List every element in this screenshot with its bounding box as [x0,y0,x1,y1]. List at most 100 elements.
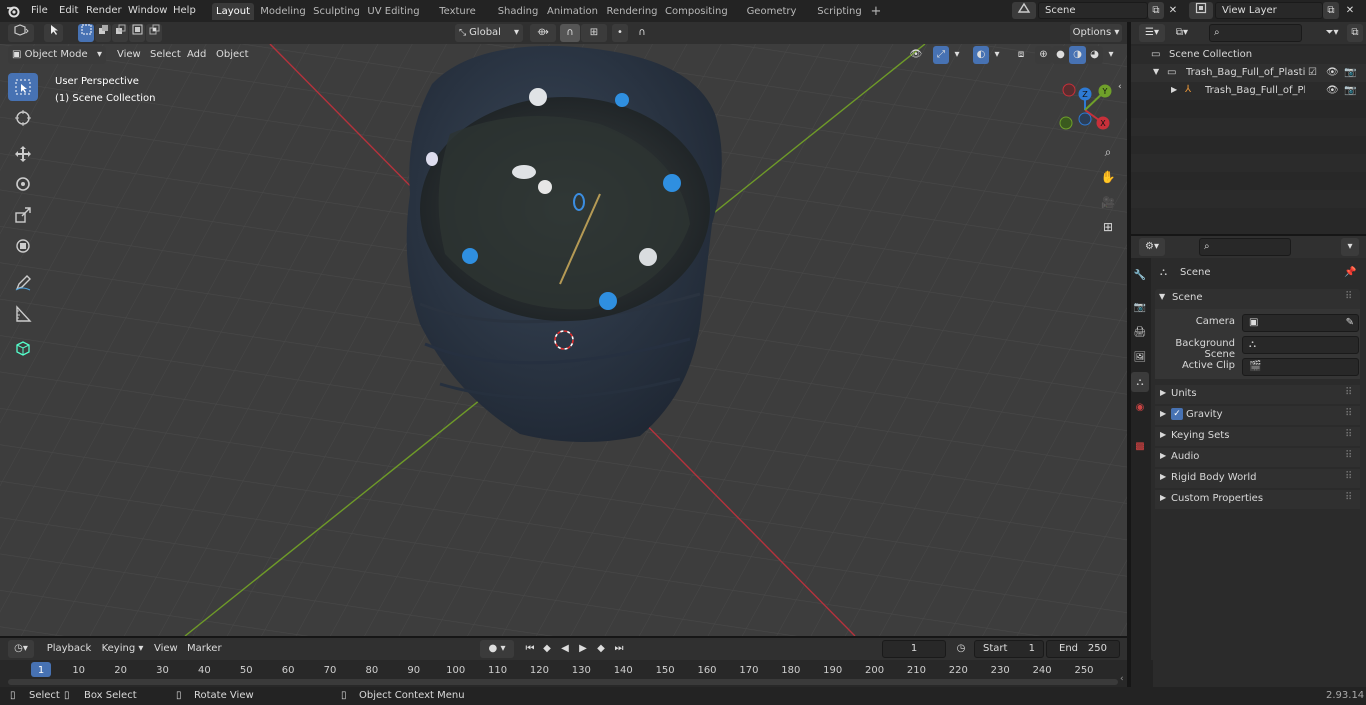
falloff-dropdown[interactable]: ∩ [629,24,655,42]
blender-logo-icon[interactable] [6,4,20,18]
next-keyframe-button[interactable]: ◆ [593,640,609,658]
object-mode-dropdown[interactable]: ▣ Object Mode ▾ [8,46,106,64]
editor-type-button[interactable] [8,24,34,42]
pivot-point-dropdown[interactable]: ⟴ [530,24,556,42]
zoom-button[interactable]: ⌕ [1098,142,1118,162]
tab-scene[interactable]: ⛬ [1131,372,1149,392]
overlays-dropdown[interactable]: ▾ [990,46,1004,64]
tab-scripting[interactable]: Scripting [816,3,863,20]
shading-material-button[interactable]: ◑ [1069,46,1086,64]
tool-measure[interactable] [8,300,38,328]
tab-render[interactable]: 📷 [1131,297,1149,317]
tab-world[interactable]: ◉ [1131,397,1149,417]
drag-handle-icon[interactable]: ⠿ [1345,471,1352,482]
tab-rendering[interactable]: Rendering [605,3,659,20]
select-new-mode-button[interactable] [78,24,94,42]
viewlayer-name-field[interactable]: View Layer [1215,2,1323,19]
gravity-checkbox[interactable]: ✓ [1171,408,1183,420]
jump-start-button[interactable]: ⏮ [522,640,538,658]
properties-search-input[interactable]: ⌕ [1199,238,1291,256]
auto-keying-toggle[interactable]: ● ▾ [480,640,514,658]
drag-handle-icon[interactable]: ⠿ [1345,450,1352,461]
end-frame-field[interactable]: End 250 [1046,640,1120,658]
jump-end-button[interactable]: ⏭ [611,640,627,658]
delete-viewlayer-button[interactable]: ✕ [1342,2,1358,19]
add-workspace-button[interactable]: + [867,3,885,20]
timeline-editor-type-button[interactable]: ◷▾ [8,640,34,658]
tab-view-layer[interactable]: 🖼 [1131,347,1149,367]
current-frame-field[interactable]: 1 [882,640,946,658]
menu-file[interactable]: File [31,4,48,18]
shading-rendered-button[interactable]: ◕ [1086,46,1103,64]
gizmo-toggle[interactable]: ⤢ [933,46,949,64]
visibility-dropdown[interactable]: 👁 [903,46,929,64]
tab-geometry-nodes[interactable]: Geometry Nodes [732,3,811,34]
properties-options-dropdown[interactable]: ▾ [1341,238,1359,256]
play-button[interactable]: ▶ [575,640,591,658]
tool-select-box[interactable] [8,73,38,101]
tab-output[interactable]: 🖨 [1131,322,1149,342]
tool-rotate[interactable] [8,170,38,198]
tab-shading[interactable]: Shading [496,3,540,20]
xray-toggle[interactable]: ⧈ [1013,46,1029,64]
select-extend-mode-button[interactable] [95,24,111,42]
active-clip-field[interactable]: 🎬 [1242,358,1359,376]
menu-help[interactable]: Help [173,4,196,18]
render-camera-icon[interactable]: 📷 [1344,85,1356,96]
play-reverse-button[interactable]: ◀ [557,640,573,658]
tab-sculpting[interactable]: Sculpting [313,3,360,20]
tab-modeling[interactable]: Modeling [259,3,307,20]
outliner-row-scene-collection[interactable]: ▭ Scene Collection [1131,46,1366,64]
expand-arrow-icon[interactable]: ▼ [1153,67,1159,76]
timeline-scrollbar[interactable] [8,679,1118,685]
tool-transform[interactable] [8,232,38,260]
options-dropdown[interactable]: Options ▾ [1070,24,1122,42]
display-mode-dropdown[interactable]: ⧉▾ [1169,24,1195,42]
outliner-search-input[interactable]: ⌕ [1209,24,1302,42]
timeline-region-arrow-icon[interactable]: ‹ [1120,674,1124,684]
tab-texture-paint[interactable]: Texture Paint [426,3,489,34]
select-invert-mode-button[interactable] [129,24,145,42]
viewport-menu-select[interactable]: Select [150,48,181,62]
menu-edit[interactable]: Edit [59,4,78,18]
tab-texture[interactable]: ▩ [1131,436,1149,456]
panel-header-audio[interactable]: ▶ Audio ⠿ [1155,448,1360,467]
eyedropper-icon[interactable]: ✎ [1346,315,1354,331]
scene-browse-button[interactable] [1012,2,1036,19]
outliner-editor-type-button[interactable]: ☰▾ [1139,24,1165,42]
properties-editor-type-button[interactable]: ⚙▾ [1139,238,1165,256]
perspective-toggle-button[interactable]: ⊞ [1098,217,1118,237]
3d-viewport[interactable]: User Perspective (1) Scene Collection Z … [0,44,1127,636]
panel-header-rigid-body-world[interactable]: ▶ Rigid Body World ⠿ [1155,469,1360,488]
panel-header-units[interactable]: ▶ Units ⠿ [1155,385,1360,404]
snap-toggle[interactable]: ∩ [560,24,580,42]
timeline-menu-marker[interactable]: Marker [187,642,222,656]
tab-tool[interactable]: 🔧 [1131,265,1149,285]
navigation-gizmo[interactable]: Z Y X [1055,80,1115,136]
exclude-checkbox-icon[interactable]: ☑ [1308,67,1317,78]
shading-wireframe-button[interactable]: ⊕ [1035,46,1052,64]
gizmo-dropdown[interactable]: ▾ [950,46,964,64]
scene-name-field[interactable]: Scene [1038,2,1148,19]
active-tool-button[interactable] [44,24,63,42]
new-viewlayer-button[interactable]: ⧉ [1323,2,1339,19]
playback-menu[interactable]: Playback ▾ [43,640,95,672]
tab-compositing[interactable]: Compositing [665,3,728,20]
snap-target-dropdown[interactable]: ⊞ [581,24,607,42]
panel-header-keying-sets[interactable]: ▶ Keying Sets ⠿ [1155,427,1360,446]
panel-header-scene[interactable]: ▼ Scene ⠿ [1155,289,1360,309]
tab-animation[interactable]: Animation [546,3,599,20]
keying-menu[interactable]: Keying ▾ [100,640,145,658]
drag-handle-icon[interactable]: ⠿ [1345,387,1352,398]
viewport-menu-add[interactable]: Add [187,48,206,62]
tool-cursor[interactable] [8,104,38,132]
delete-scene-button[interactable]: ✕ [1165,2,1181,19]
shading-solid-button[interactable]: ● [1052,46,1069,64]
pan-button[interactable]: ✋ [1098,167,1118,187]
new-collection-button[interactable]: ⧉ [1347,24,1363,42]
panel-header-gravity[interactable]: ▶ ✓ Gravity ⠿ [1155,406,1360,425]
tab-uv-editing[interactable]: UV Editing [367,3,420,20]
viewport-menu-view[interactable]: View [117,48,141,62]
overlays-toggle[interactable]: ◐ [973,46,989,64]
drag-handle-icon[interactable]: ⠿ [1345,408,1352,419]
